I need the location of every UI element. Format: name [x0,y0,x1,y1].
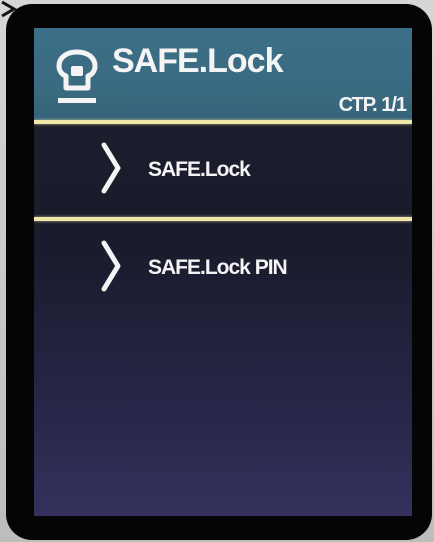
menu-item-label: SAFE.Lock [148,158,251,181]
screen-header: SAFE.Lock СТР. 1/1 [34,28,412,122]
menu-item-safe-lock[interactable]: SAFE.Lock [34,124,412,216]
safe-lock-icon [56,49,98,103]
device-screen: SAFE.Lock СТР. 1/1 SAFE.Lock SAFE.Lock P… [34,28,412,516]
chevron-right-icon [101,142,121,194]
menu-item-label: SAFE.Lock PIN [148,256,288,279]
chevron-right-icon [101,240,121,292]
page-title: SAFE.Lock [112,42,283,80]
menu-item-safe-lock-pin[interactable]: SAFE.Lock PIN [34,222,412,314]
selection-divider-bottom [34,217,412,221]
page-indicator: СТР. 1/1 [338,94,407,116]
